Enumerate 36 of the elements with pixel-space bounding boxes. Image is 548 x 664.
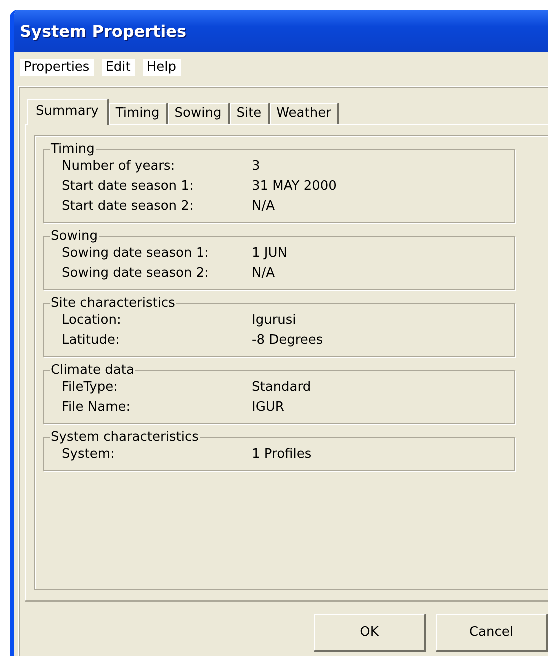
field-label: File Name: xyxy=(62,400,132,415)
group-title: Timing xyxy=(50,142,96,157)
field-label: Number of years: xyxy=(62,159,176,174)
group-title: Site characteristics xyxy=(50,296,176,311)
dialog-button[interactable]: Cancel xyxy=(436,614,548,652)
tab[interactable]: Timing xyxy=(108,103,168,124)
field-value: 3 xyxy=(252,159,262,174)
menu-item[interactable]: Edit xyxy=(102,58,135,76)
field-label: Sowing date season 1: xyxy=(62,246,210,261)
tab[interactable]: Sowing xyxy=(168,103,230,124)
window-title: System Properties xyxy=(20,22,187,40)
field-value: -8 Degrees xyxy=(252,333,324,348)
field-label: Sowing date season 2: xyxy=(62,266,210,281)
field-label: FileType: xyxy=(62,380,119,395)
field-label: Start date season 2: xyxy=(62,199,195,214)
menu-item[interactable]: Properties xyxy=(20,58,94,76)
field-value: N/A xyxy=(252,199,276,214)
field-label: Start date season 1: xyxy=(62,179,195,194)
field-value: 31 MAY 2000 xyxy=(252,179,338,194)
field-label: System: xyxy=(62,447,116,462)
field-value: Igurusi xyxy=(252,313,298,328)
field-value: IGUR xyxy=(252,400,286,415)
field-value: Standard xyxy=(252,380,312,395)
group-title: System characteristics xyxy=(50,430,200,445)
field-label: Location: xyxy=(62,313,122,328)
group-title: Sowing xyxy=(50,229,99,244)
field-value: 1 Profiles xyxy=(252,447,313,462)
menu-item[interactable]: Help xyxy=(142,58,181,76)
dialog-button[interactable]: OK xyxy=(314,614,426,652)
tab[interactable]: Site xyxy=(230,103,270,124)
field-value: N/A xyxy=(252,266,276,281)
group-title: Climate data xyxy=(50,363,136,378)
tab[interactable]: Summary xyxy=(27,99,109,125)
field-value: 1 JUN xyxy=(252,246,288,261)
field-label: Latitude: xyxy=(62,333,121,348)
tab[interactable]: Weather xyxy=(270,103,340,124)
